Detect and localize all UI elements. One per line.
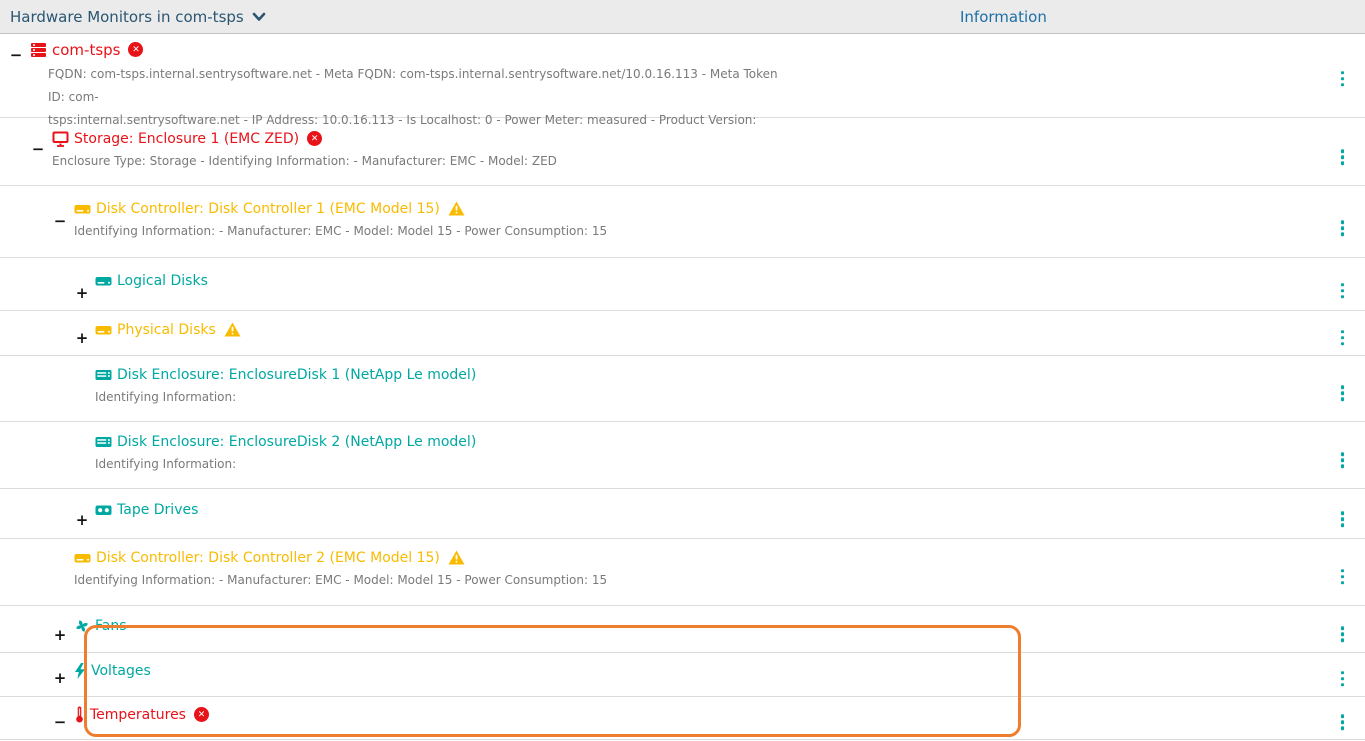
kebab-menu[interactable] bbox=[1338, 146, 1348, 168]
tree-row-disk-enclosure-1: Disk Enclosure: EnclosureDisk 1 (NetApp … bbox=[0, 365, 1365, 422]
disk-enclosure-icon bbox=[95, 367, 112, 383]
node-details: Identifying Information: - Manufacturer:… bbox=[0, 223, 1365, 239]
kebab-menu[interactable] bbox=[1338, 217, 1348, 239]
tree-node-label[interactable]: Disk Controller: Disk Controller 1 (EMC … bbox=[96, 201, 440, 217]
voltage-icon bbox=[74, 663, 86, 679]
tree-row-com-tsps: − com-tsps ✕ FQDN: com-tsps.internal.sen… bbox=[0, 40, 1365, 118]
kebab-menu[interactable] bbox=[1338, 382, 1348, 404]
disk-controller-icon bbox=[74, 550, 91, 566]
tree-node-label[interactable]: Storage: Enclosure 1 (EMC ZED) bbox=[74, 131, 299, 147]
tree-row-disk-controller-2: Disk Controller: Disk Controller 2 (EMC … bbox=[0, 548, 1365, 606]
thermometer-icon bbox=[74, 706, 85, 723]
error-badge-icon: ✕ bbox=[307, 131, 322, 146]
tree-row-disk-controller-1: − Disk Controller: Disk Controller 1 (EM… bbox=[0, 199, 1365, 258]
kebab-menu[interactable] bbox=[1338, 327, 1348, 349]
error-badge-icon: ✕ bbox=[194, 707, 209, 722]
collapse-toggle[interactable]: − bbox=[52, 212, 68, 231]
node-details: Identifying Information: bbox=[0, 456, 1365, 472]
tree-node-label[interactable]: Disk Enclosure: EnclosureDisk 2 (NetApp … bbox=[117, 434, 476, 450]
disk-icon bbox=[95, 273, 112, 289]
node-details: Enclosure Type: Storage - Identifying In… bbox=[0, 153, 1365, 169]
disk-controller-icon bbox=[74, 201, 91, 217]
node-details: Identifying Information: bbox=[0, 389, 1365, 405]
page-title-dropdown[interactable]: Hardware Monitors in com-tsps bbox=[10, 8, 266, 26]
server-icon bbox=[30, 42, 47, 58]
kebab-menu[interactable] bbox=[1338, 68, 1348, 90]
tree-row-voltages: + Voltages bbox=[0, 661, 1365, 697]
collapse-toggle[interactable]: − bbox=[8, 46, 24, 65]
tree-node-label[interactable]: com-tsps bbox=[52, 41, 120, 59]
collapse-toggle[interactable]: + bbox=[74, 511, 90, 530]
collapse-toggle[interactable]: − bbox=[30, 140, 46, 159]
warning-icon bbox=[448, 201, 465, 216]
node-details: Identifying Information: - Manufacturer:… bbox=[0, 572, 1365, 588]
kebab-menu[interactable] bbox=[1338, 711, 1348, 733]
error-badge-icon: ✕ bbox=[128, 42, 143, 57]
hardware-monitors-page: Hardware Monitors in com-tsps Informatio… bbox=[0, 0, 1365, 741]
chevron-down-icon bbox=[252, 12, 266, 22]
tree-row-tape-drives: + Tape Drives bbox=[0, 500, 1365, 539]
collapse-toggle[interactable]: + bbox=[52, 626, 68, 645]
warning-icon bbox=[448, 550, 465, 565]
disk-enclosure-icon bbox=[95, 434, 112, 450]
header-bar: Hardware Monitors in com-tsps Informatio… bbox=[0, 0, 1365, 34]
collapse-toggle[interactable]: + bbox=[74, 284, 90, 303]
tree-row-temperatures: − Temperatures ✕ bbox=[0, 705, 1365, 740]
information-column-header: Information bbox=[960, 8, 1047, 26]
kebab-menu[interactable] bbox=[1338, 280, 1348, 302]
tree-node-label[interactable]: Disk Controller: Disk Controller 2 (EMC … bbox=[96, 550, 440, 566]
page-title: Hardware Monitors in com-tsps bbox=[10, 8, 244, 26]
monitor-icon bbox=[52, 131, 69, 147]
tree-node-label[interactable]: Logical Disks bbox=[117, 273, 208, 289]
collapse-toggle[interactable]: + bbox=[74, 329, 90, 348]
kebab-menu[interactable] bbox=[1338, 668, 1348, 690]
tree-row-disk-enclosure-2: Disk Enclosure: EnclosureDisk 2 (NetApp … bbox=[0, 432, 1365, 489]
disk-icon bbox=[95, 322, 112, 338]
tree-node-label[interactable]: Disk Enclosure: EnclosureDisk 1 (NetApp … bbox=[117, 367, 476, 383]
tree-row-fans: + Fans bbox=[0, 616, 1365, 653]
tree-node-label[interactable]: Temperatures bbox=[90, 707, 186, 723]
tape-drive-icon bbox=[95, 502, 112, 518]
kebab-menu[interactable] bbox=[1338, 508, 1348, 530]
tree-node-label[interactable]: Voltages bbox=[91, 663, 151, 679]
collapse-toggle[interactable]: − bbox=[52, 713, 68, 732]
collapse-toggle[interactable]: + bbox=[52, 669, 68, 688]
kebab-menu[interactable] bbox=[1338, 566, 1348, 588]
tree-row-storage-enclosure: − Storage: Enclosure 1 (EMC ZED) ✕ Enclo… bbox=[0, 129, 1365, 186]
warning-icon bbox=[224, 322, 241, 337]
tree-node-label[interactable]: Tape Drives bbox=[117, 502, 198, 518]
tree-row-logical-disks: + Logical Disks bbox=[0, 271, 1365, 311]
tree-row-physical-disks: + Physical Disks bbox=[0, 320, 1365, 356]
kebab-menu[interactable] bbox=[1338, 449, 1348, 471]
fan-icon bbox=[74, 618, 90, 634]
tree-node-label[interactable]: Fans bbox=[95, 618, 127, 634]
kebab-menu[interactable] bbox=[1338, 623, 1348, 645]
tree-node-label[interactable]: Physical Disks bbox=[117, 322, 216, 338]
